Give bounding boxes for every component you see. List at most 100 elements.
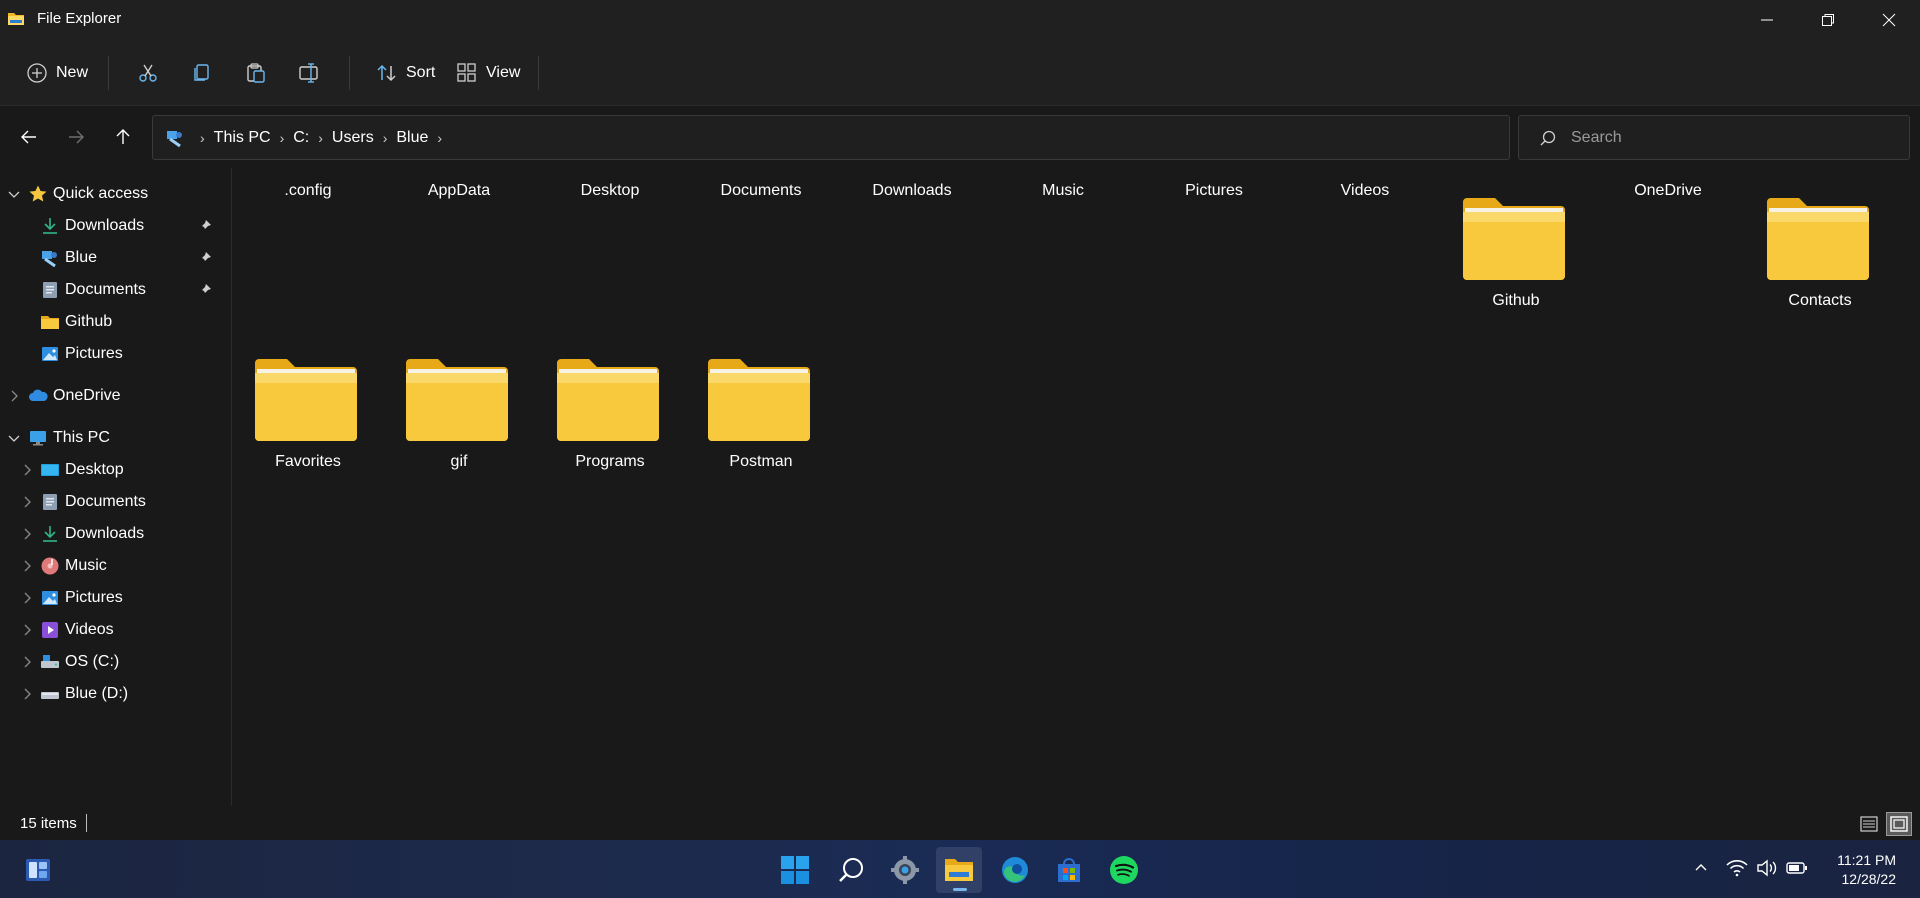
sidebar-item-blue[interactable]: Blue (0, 243, 230, 273)
edge-taskbar-button[interactable] (992, 847, 1038, 893)
sidebar-item-os-c[interactable]: OS (C:) (0, 647, 230, 677)
widgets-icon (26, 859, 50, 881)
spotify-taskbar-button[interactable] (1101, 847, 1147, 893)
copy-button[interactable] (191, 55, 213, 91)
folder-item-config[interactable]: .config (233, 182, 383, 200)
breadcrumb-c-drive[interactable]: C: (293, 129, 309, 147)
item-count: 15 items (20, 815, 77, 832)
clock[interactable]: 11:21 PM 12/28/22 (1828, 851, 1896, 889)
sidebar-item-blue-d[interactable]: Blue (D:) (0, 679, 230, 709)
minimize-button[interactable] (1736, 0, 1798, 40)
back-button[interactable] (14, 122, 44, 152)
paste-button[interactable] (245, 55, 267, 91)
breadcrumb: › This PC › C: › Users › Blue › (191, 129, 451, 147)
widgets-button[interactable] (15, 847, 61, 893)
folder-item-favorites[interactable]: Favorites (233, 357, 383, 497)
sidebar-item-label: Downloads (65, 217, 145, 234)
chevron-right-icon: › (279, 129, 285, 146)
folder-item-programs[interactable]: Programs (535, 357, 685, 497)
folder-icon (708, 359, 810, 441)
sidebar-item-music[interactable]: Music (0, 551, 230, 581)
copy-icon (194, 64, 209, 81)
folder-item-documents[interactable]: Documents (686, 182, 836, 200)
sidebar-item-quick-access[interactable]: Quick access (0, 179, 230, 209)
download-icon (43, 218, 57, 234)
forward-button[interactable] (61, 122, 91, 152)
pin-icon[interactable] (198, 283, 212, 297)
status-divider (86, 814, 87, 832)
folder-item-appdata[interactable]: AppData (384, 182, 534, 200)
sidebar-item-documents-quick[interactable]: Documents (0, 275, 230, 305)
search-box[interactable] (1518, 115, 1910, 160)
command-bar: New Sort View (0, 40, 1920, 106)
toolbar-divider (538, 56, 539, 90)
network-button[interactable] (1726, 857, 1748, 879)
sidebar-item-downloads[interactable]: Downloads (0, 519, 230, 549)
show-hidden-icons-button[interactable] (1690, 857, 1712, 879)
sidebar-item-onedrive[interactable]: OneDrive (0, 381, 230, 411)
close-button[interactable] (1858, 0, 1920, 40)
rename-button[interactable] (298, 55, 320, 91)
toolbar-divider (349, 56, 350, 90)
battery-button[interactable] (1786, 857, 1808, 879)
address-bar[interactable]: › This PC › C: › Users › Blue › (152, 115, 1510, 160)
settings-taskbar-button[interactable] (882, 847, 928, 893)
cut-button[interactable] (137, 55, 159, 91)
store-taskbar-button[interactable] (1046, 847, 1092, 893)
volume-button[interactable] (1756, 857, 1778, 879)
navigation-bar: › This PC › C: › Users › Blue › (0, 106, 1920, 168)
new-button[interactable]: New (26, 55, 88, 91)
sidebar-item-label: Quick access (53, 185, 149, 202)
details-view-button[interactable] (1856, 812, 1882, 836)
folder-item-downloads[interactable]: Downloads (837, 182, 987, 200)
folder-item-pictures[interactable]: Pictures (1139, 182, 1289, 200)
breadcrumb-this-pc[interactable]: This PC (214, 129, 271, 147)
sidebar-item-github[interactable]: Github (0, 307, 230, 337)
sidebar-item-label: Pictures (65, 345, 123, 362)
file-explorer-taskbar-button[interactable] (936, 847, 982, 893)
large-icons-view-icon (1890, 816, 1908, 832)
taskbar-search-button[interactable] (828, 847, 874, 893)
folder-item-gif[interactable]: gif (384, 357, 534, 497)
sidebar-item-pictures-quick[interactable]: Pictures (0, 339, 230, 369)
sidebar-item-documents[interactable]: Documents (0, 487, 230, 517)
restore-button[interactable] (1797, 0, 1859, 40)
folder-item-github[interactable]: Github (1441, 196, 1591, 336)
chevron-right-icon (11, 390, 18, 402)
pictures-icon (42, 591, 58, 605)
pin-icon[interactable] (198, 219, 212, 233)
breadcrumb-users[interactable]: Users (332, 129, 374, 147)
folder-item-onedrive[interactable]: OneDrive (1593, 182, 1743, 200)
chevron-right-icon: › (382, 129, 388, 146)
start-icon (781, 856, 809, 884)
chevron-right-icon: › (318, 129, 323, 146)
folder-item-videos[interactable]: Videos (1290, 182, 1440, 200)
file-explorer-icon (945, 859, 973, 881)
pin-icon[interactable] (198, 251, 212, 265)
sidebar-item-pictures[interactable]: Pictures (0, 583, 230, 613)
folder-item-music[interactable]: Music (988, 182, 1138, 200)
sidebar-item-this-pc[interactable]: This PC (0, 423, 230, 453)
start-button[interactable] (772, 847, 818, 893)
clock-date: 12/28/22 (1841, 871, 1897, 887)
folder-item-postman[interactable]: Postman (686, 357, 836, 497)
sidebar-item-desktop[interactable]: Desktop (0, 455, 230, 485)
large-icons-view-button[interactable] (1886, 812, 1912, 836)
folder-item-contacts[interactable]: Contacts (1745, 196, 1895, 336)
up-button[interactable] (108, 122, 138, 152)
minimize-icon (1761, 19, 1773, 21)
sidebar-item-label: Pictures (65, 589, 123, 606)
view-button[interactable]: View (456, 55, 520, 91)
breadcrumb-blue[interactable]: Blue (396, 129, 428, 147)
chevron-right-icon[interactable]: › (437, 130, 442, 146)
arrow-left-icon (21, 130, 36, 144)
chevron-down-icon (8, 435, 20, 442)
sidebar-item-label: Documents (65, 493, 146, 510)
sidebar-item-downloads-quick[interactable]: Downloads (0, 211, 230, 241)
sidebar-item-videos[interactable]: Videos (0, 615, 230, 645)
search-input[interactable] (1571, 128, 1891, 147)
sort-button[interactable]: Sort (376, 55, 435, 91)
spotify-icon (1110, 856, 1138, 884)
folder-item-desktop[interactable]: Desktop (535, 182, 685, 200)
chevron-right-icon (24, 496, 31, 508)
